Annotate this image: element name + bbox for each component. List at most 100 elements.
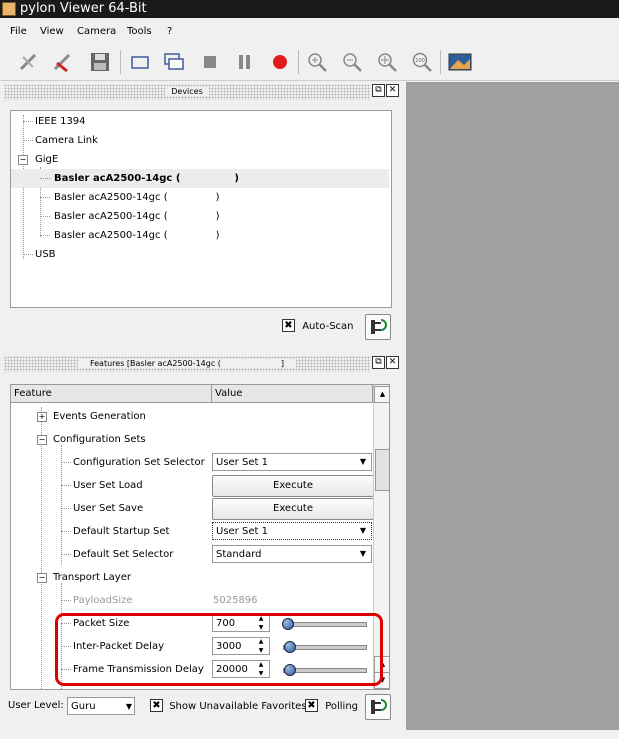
feature-row-user-set-save[interactable]: User Set Save Execute bbox=[11, 497, 374, 520]
single-shot-icon[interactable] bbox=[128, 50, 152, 74]
feature-row-transport-layer[interactable]: − Transport Layer bbox=[11, 566, 373, 589]
devices-tree[interactable]: IEEE 1394 Camera Link − GigE Basler acA2… bbox=[10, 110, 392, 308]
show-unavailable-checkbox[interactable]: ✖ bbox=[150, 699, 163, 712]
tree-item-camera-1[interactable]: Basler acA2500-14gc () bbox=[11, 169, 389, 188]
tree-connector bbox=[40, 178, 50, 179]
tree-item-label: GigE bbox=[35, 154, 59, 165]
user-level-dropdown[interactable]: Guru ▼ bbox=[67, 697, 135, 715]
dropdown-value: User Set 1 bbox=[216, 457, 268, 468]
tree-connector bbox=[61, 531, 71, 532]
save-icon[interactable] bbox=[88, 50, 112, 74]
tree-item-camera-2[interactable]: Basler acA2500-14gc () bbox=[11, 188, 389, 207]
feature-label: Default Startup Set bbox=[73, 526, 170, 537]
refresh-devices-button[interactable] bbox=[365, 314, 391, 340]
feature-label: User Set Load bbox=[73, 480, 143, 491]
scrollbar-thumb[interactable] bbox=[375, 449, 389, 491]
menu-camera[interactable]: Camera bbox=[77, 26, 116, 37]
feature-row-default-set-selector[interactable]: Default Set Selector Standard ▼ bbox=[11, 543, 373, 566]
user-set-load-execute-button[interactable]: Execute bbox=[212, 475, 374, 497]
tree-item-ieee1394[interactable]: IEEE 1394 bbox=[11, 112, 389, 131]
collapse-icon[interactable]: − bbox=[37, 573, 47, 583]
image-viewer-area[interactable] bbox=[406, 82, 619, 730]
zoom-out-icon[interactable] bbox=[340, 50, 364, 74]
tree-connector bbox=[23, 140, 33, 141]
close-icon[interactable]: ✕ bbox=[386, 84, 399, 97]
expand-icon[interactable]: + bbox=[37, 412, 47, 422]
tree-connector bbox=[40, 197, 50, 198]
feature-row-configuration-sets[interactable]: − Configuration Sets bbox=[11, 428, 373, 451]
tree-item-label: Basler acA2500-14gc () bbox=[54, 230, 220, 241]
record-icon[interactable] bbox=[268, 50, 292, 74]
tree-connector bbox=[61, 508, 71, 509]
zoom-in-icon[interactable] bbox=[305, 50, 329, 74]
tree-item-label: USB bbox=[35, 249, 56, 260]
float-icon[interactable]: ⧉ bbox=[372, 84, 385, 97]
chevron-down-icon[interactable]: ▼ bbox=[355, 523, 371, 539]
tree-connector bbox=[61, 554, 71, 555]
svg-text:100: 100 bbox=[415, 58, 425, 64]
features-title: Features [Basler acA2500-14gc (] bbox=[77, 359, 297, 368]
feature-row-user-set-load[interactable]: User Set Load Execute bbox=[11, 474, 374, 497]
feature-label: Configuration Set Selector bbox=[73, 457, 205, 468]
tree-connector bbox=[40, 235, 50, 236]
menu-file[interactable]: File bbox=[10, 26, 27, 37]
tree-item-camera-3[interactable]: Basler acA2500-14gc () bbox=[11, 207, 389, 226]
feature-row-configuration-set-selector[interactable]: Configuration Set Selector User Set 1 ▼ bbox=[11, 451, 373, 474]
polling-checkbox[interactable]: ✖ bbox=[305, 699, 318, 712]
collapse-icon[interactable]: − bbox=[18, 155, 28, 165]
tree-item-gige[interactable]: − GigE bbox=[11, 150, 389, 169]
connect-icon[interactable] bbox=[16, 50, 40, 74]
feature-label: Transport Layer bbox=[53, 572, 131, 583]
continuous-shot-icon[interactable] bbox=[162, 50, 186, 74]
show-unavailable-option[interactable]: ✖ Show Unavailable Favorites bbox=[150, 699, 307, 712]
features-dock-header: Features [Basler acA2500-14gc (] bbox=[4, 356, 370, 372]
polling-option[interactable]: ✖ Polling bbox=[305, 699, 358, 712]
zoom-fit-icon[interactable] bbox=[375, 50, 399, 74]
default-startup-set-dropdown[interactable]: User Set 1 ▼ bbox=[212, 522, 372, 540]
dropdown-value: Guru bbox=[71, 701, 96, 712]
image-window-icon[interactable] bbox=[448, 50, 472, 74]
chevron-down-icon[interactable]: ▼ bbox=[355, 546, 371, 562]
feature-label: Events Generation bbox=[53, 411, 146, 422]
zoom-100-icon[interactable]: 100 bbox=[410, 50, 434, 74]
float-icon[interactable]: ⧉ bbox=[372, 356, 385, 369]
user-set-save-execute-button[interactable]: Execute bbox=[212, 498, 374, 520]
configuration-set-selector-dropdown[interactable]: User Set 1 ▼ bbox=[212, 453, 372, 471]
close-icon[interactable]: ✕ bbox=[386, 356, 399, 369]
collapse-icon[interactable]: − bbox=[37, 435, 47, 445]
tree-connector bbox=[61, 462, 71, 463]
menu-tools[interactable]: Tools bbox=[127, 26, 152, 37]
feature-label: Default Set Selector bbox=[73, 549, 174, 560]
stop-icon[interactable] bbox=[198, 50, 222, 74]
refresh-features-button[interactable] bbox=[365, 694, 391, 720]
pause-icon[interactable] bbox=[232, 50, 256, 74]
menu-help[interactable]: ? bbox=[167, 26, 172, 37]
tree-item-camera-4[interactable]: Basler acA2500-14gc () bbox=[11, 226, 389, 245]
feature-row-events-generation[interactable]: + Events Generation bbox=[11, 405, 373, 428]
disconnect-icon[interactable] bbox=[50, 50, 74, 74]
tree-item-usb[interactable]: USB bbox=[11, 245, 389, 264]
chevron-down-icon[interactable]: ▼ bbox=[355, 454, 371, 470]
tree-item-label: Basler acA2500-14gc () bbox=[54, 192, 220, 203]
menu-view[interactable]: View bbox=[40, 26, 64, 37]
auto-scan-option[interactable]: ✖ Auto-Scan bbox=[282, 319, 354, 332]
show-unavailable-label: Show Unavailable Favorites bbox=[169, 700, 307, 712]
feature-row-payload-size[interactable]: PayloadSize 5025896 bbox=[11, 589, 373, 612]
features-bottom-bar: User Level: Guru ▼ ✖ Show Unavailable Fa… bbox=[0, 692, 406, 722]
feature-row-default-startup-set[interactable]: Default Startup Set User Set 1 ▼ bbox=[11, 520, 373, 543]
tree-connector bbox=[23, 254, 33, 255]
scroll-up-icon[interactable]: ▲ bbox=[374, 386, 389, 403]
auto-scan-checkbox[interactable]: ✖ bbox=[282, 319, 295, 332]
column-header-value[interactable]: Value bbox=[212, 385, 373, 403]
tree-item-camera-link[interactable]: Camera Link bbox=[11, 131, 389, 150]
tree-item-label: Basler acA2500-14gc () bbox=[54, 211, 220, 222]
default-set-selector-dropdown[interactable]: Standard ▼ bbox=[212, 545, 372, 563]
polling-label: Polling bbox=[325, 700, 358, 712]
payload-size-value: 5025896 bbox=[213, 595, 258, 606]
chevron-down-icon[interactable]: ▼ bbox=[126, 698, 132, 716]
user-level-label: User Level: bbox=[8, 700, 64, 711]
toolbar: 100 bbox=[0, 44, 619, 81]
feature-label: PayloadSize bbox=[73, 595, 133, 606]
dropdown-value: Standard bbox=[216, 549, 262, 560]
column-header-feature[interactable]: Feature bbox=[11, 385, 212, 403]
